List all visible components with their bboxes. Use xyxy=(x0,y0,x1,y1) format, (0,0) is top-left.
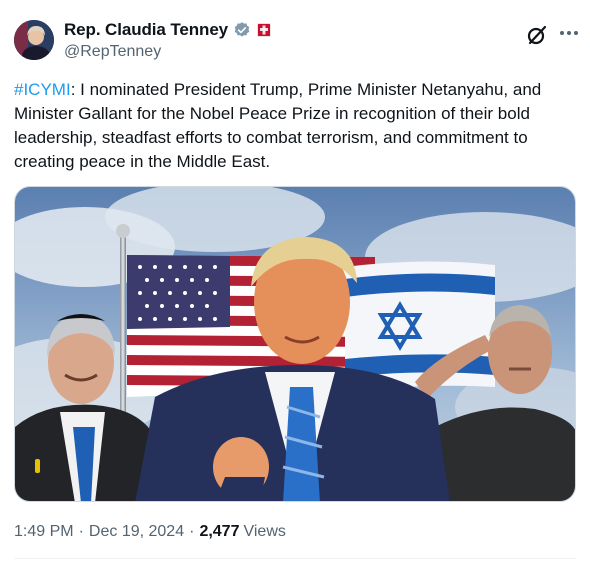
author-avatar[interactable] xyxy=(14,20,54,60)
tweet-meta: 1:49 PM · Dec 19, 2024 · 2,477 Views xyxy=(14,523,286,541)
author-handle[interactable]: @RepTenney xyxy=(64,43,271,61)
more-icon[interactable] xyxy=(558,22,580,44)
grok-icon[interactable] xyxy=(526,24,548,46)
meta-separator: · xyxy=(78,523,84,540)
divider xyxy=(14,558,576,559)
verified-badge-icon[interactable] xyxy=(233,21,251,39)
hashtag-link[interactable]: #ICYMI xyxy=(14,80,71,99)
affiliation-badge-icon[interactable] xyxy=(257,23,272,37)
author-display-name[interactable]: Rep. Claudia Tenney xyxy=(64,20,228,40)
tweet-time[interactable]: 1:49 PM xyxy=(14,523,74,541)
meta-separator: · xyxy=(189,523,195,540)
author-info: Rep. Claudia Tenney @RepTenney xyxy=(64,18,272,61)
views-count: 2,477 xyxy=(199,523,240,540)
tweet-media-image[interactable] xyxy=(14,186,576,502)
views-label: Views xyxy=(243,523,286,540)
tweet-body: : I nominated President Trump, Prime Min… xyxy=(14,80,542,171)
tweet-date[interactable]: Dec 19, 2024 xyxy=(89,523,184,541)
tweet-text: #ICYMI: I nominated President Trump, Pri… xyxy=(14,78,576,174)
tweet-header: Rep. Claudia Tenney @RepTenney xyxy=(14,18,578,64)
